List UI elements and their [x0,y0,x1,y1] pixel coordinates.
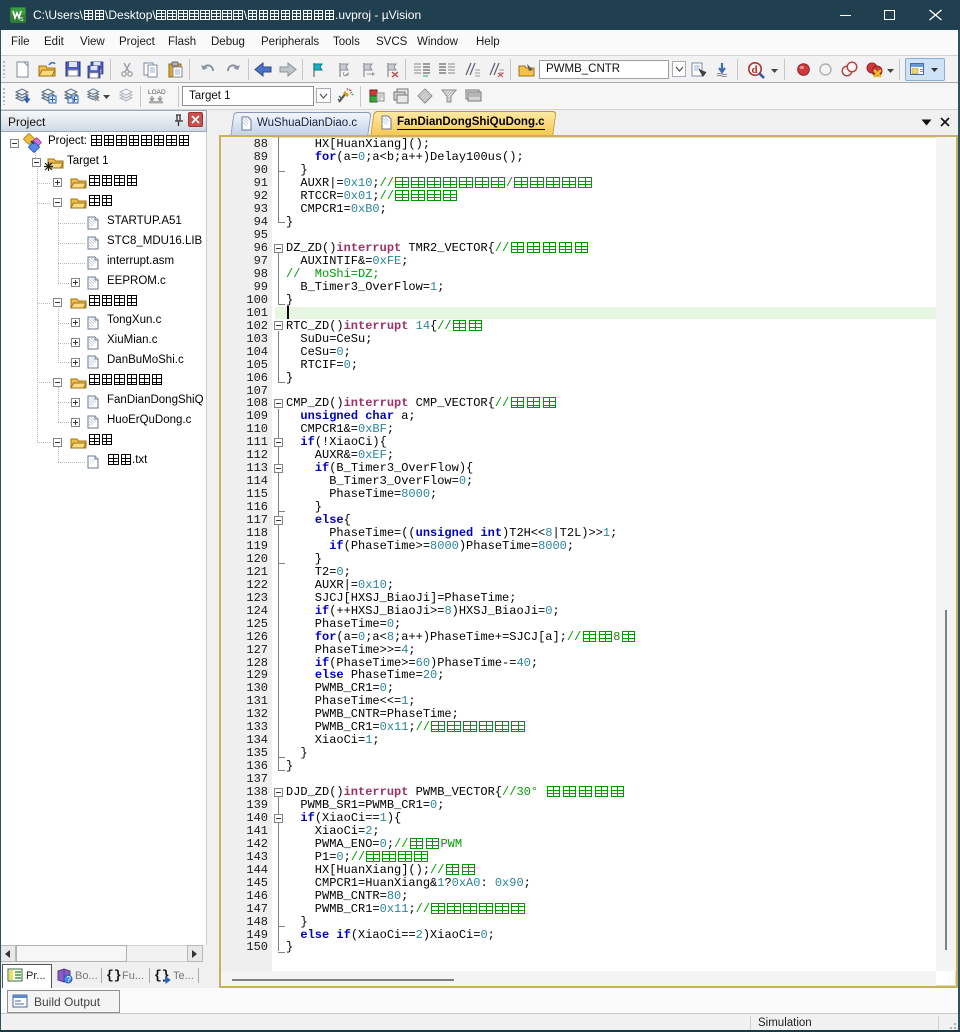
svg-text:s: s [20,16,24,23]
svg-text:?: ? [67,975,72,984]
svg-text:LOAD: LOAD [148,89,166,96]
svg-text:d: d [752,64,758,76]
